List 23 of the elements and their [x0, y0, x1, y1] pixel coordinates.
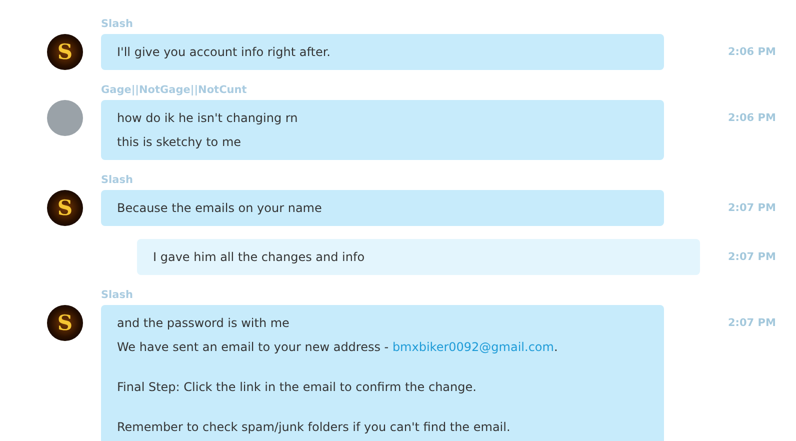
email-link[interactable]: bmxbiker0092@gmail.com [392, 340, 554, 354]
message-text: how do ik he isn't changing rn [117, 110, 298, 126]
message-time: 2:06 PM [728, 111, 776, 126]
message-time: 2:07 PM [728, 201, 776, 216]
message-text: I'll give you account info right after. [117, 44, 330, 60]
avatar-logo: S [47, 34, 83, 70]
message-text: this is sketchy to me [117, 134, 242, 150]
message-text: I gave him all the changes and info [153, 249, 365, 265]
sender-name: Gage||NotGage||NotCunt [101, 84, 247, 96]
sender-name: Slash [101, 174, 133, 186]
sender-name: Slash [101, 18, 133, 30]
message-text: We have sent an email to your new address - bmxbiker0092@gmail.com. [117, 339, 558, 355]
sender-name: Slash [101, 289, 133, 301]
message-text: Because the emails on your name [117, 200, 322, 216]
message-time: 2:06 PM [728, 45, 776, 60]
avatar-logo: S [47, 190, 83, 226]
avatar-logo: S [47, 305, 83, 341]
message-text: Remember to check spam/junk folders if you can't find the email. [117, 419, 510, 435]
message-time: 2:07 PM [728, 250, 776, 265]
message-time: 2:07 PM [728, 316, 776, 331]
message-text: Final Step: Click the link in the email to confirm the change. [117, 379, 476, 395]
avatar-photo [47, 100, 83, 136]
message-text: and the password is with me [117, 315, 290, 331]
